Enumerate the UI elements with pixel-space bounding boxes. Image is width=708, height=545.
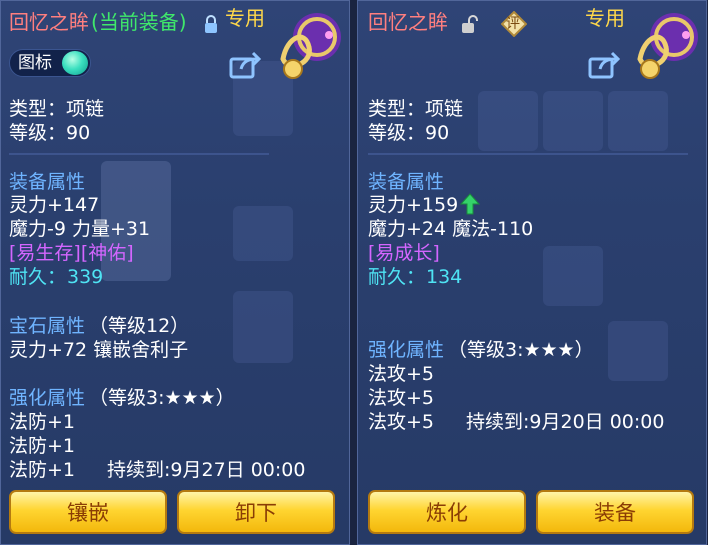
enhance-line: 法攻+5 <box>368 411 435 433</box>
special-attr: [易生存][神佑] <box>9 242 134 264</box>
item-tooltip-equipped: 回忆之眸 (当前装备) 专用 图标 类型：项链 等级：90 装备属性 灵力+14… <box>0 0 350 545</box>
icon-toggle[interactable]: 图标 <box>9 49 91 77</box>
attr-line: 魔力-9 力量+31 <box>9 218 151 240</box>
item-name: 回忆之眸 <box>9 10 89 34</box>
enhance-duration: 持续到:9月20日 00:00 <box>466 411 665 433</box>
enhance-attr-header: 强化属性 <box>9 387 86 409</box>
enhance-line: 法防+1 <box>9 459 76 481</box>
enhance-level: （等级3:★★★） <box>89 387 235 409</box>
equip-attr-header: 装备属性 <box>368 171 445 193</box>
gem-line: 灵力+72 镶嵌舍利子 <box>9 339 189 361</box>
enhance-line: 法防+1 <box>9 411 76 433</box>
share-icon[interactable] <box>588 51 620 79</box>
necklace-item-icon[interactable] <box>628 7 704 83</box>
item-type: 类型：项链 <box>368 98 464 120</box>
item-tooltip-compare: 回忆之眸 评 专用 类型：项链 等级：90 装备属性 灵力+159 魔力+24 … <box>357 0 707 545</box>
gem-attr-header: 宝石属性 <box>9 315 86 337</box>
unequip-button[interactable]: 卸下 <box>177 490 335 534</box>
equip-button[interactable]: 装备 <box>536 490 694 534</box>
unlock-icon[interactable] <box>461 14 479 34</box>
item-name: 回忆之眸 <box>368 10 448 34</box>
durability-label: 耐久： <box>368 266 426 288</box>
inlay-button[interactable]: 镶嵌 <box>9 490 167 534</box>
necklace-item-icon[interactable] <box>271 7 347 83</box>
equipped-status: (当前装备) <box>91 10 187 34</box>
durability-value: 339 <box>67 266 104 288</box>
enhance-attr-header: 强化属性 <box>368 339 445 361</box>
attr-line: 灵力+147 <box>9 194 100 216</box>
green-up-arrow-icon <box>460 193 480 215</box>
evaluate-badge-label: 评 <box>506 16 520 32</box>
lock-icon[interactable] <box>203 14 219 34</box>
exclusive-badge: 专用 <box>225 6 265 30</box>
item-type: 类型：项链 <box>9 98 105 120</box>
toggle-knob <box>62 51 88 75</box>
share-icon[interactable] <box>229 51 261 79</box>
enhance-line: 法攻+5 <box>368 387 435 409</box>
enhance-duration: 持续到:9月27日 00:00 <box>107 459 306 481</box>
exclusive-badge: 专用 <box>585 6 625 30</box>
item-level: 等级：90 <box>368 122 450 144</box>
attr-line: 魔力+24 魔法-110 <box>368 218 534 240</box>
toggle-label: 图标 <box>18 53 52 73</box>
enhance-line: 法攻+5 <box>368 363 435 385</box>
item-level: 等级：90 <box>9 122 91 144</box>
section-divider <box>9 153 269 155</box>
equip-attr-header: 装备属性 <box>9 171 86 193</box>
durability-label: 耐久： <box>9 266 67 288</box>
refine-button[interactable]: 炼化 <box>368 490 526 534</box>
gem-level: （等级12） <box>89 315 190 337</box>
durability-value: 134 <box>426 266 463 288</box>
section-divider <box>368 153 688 155</box>
special-attr: [易成长] <box>368 242 440 264</box>
enhance-level: （等级3:★★★） <box>448 339 594 361</box>
enhance-line: 法防+1 <box>9 435 76 457</box>
attr-line: 灵力+159 <box>368 194 459 216</box>
